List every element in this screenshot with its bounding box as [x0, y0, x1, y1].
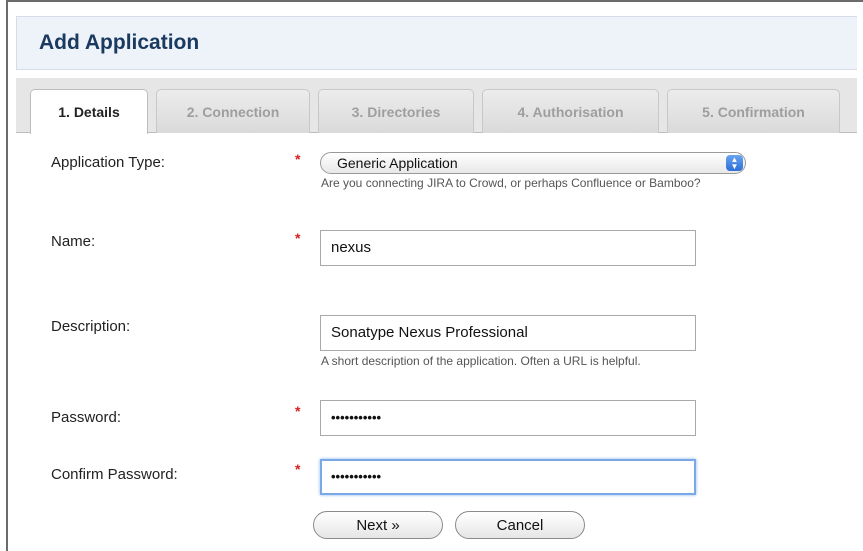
select-arrows-icon: ▲ ▼ [726, 155, 743, 171]
required-marker: * [295, 461, 301, 477]
required-marker: * [295, 403, 301, 419]
application-type-value: Generic Application [337, 155, 458, 171]
application-type-select[interactable]: Generic Application ▲ ▼ [320, 152, 746, 174]
description-label: Description: [51, 318, 131, 335]
password-label: Password: [51, 409, 122, 426]
cancel-button-label: Cancel [496, 516, 544, 534]
tab-directories[interactable]: 3. Directories [318, 89, 474, 133]
description-input[interactable]: Sonatype Nexus Professional [320, 315, 696, 351]
required-marker: * [295, 230, 301, 246]
next-button-label: Next » [356, 516, 400, 534]
name-input[interactable]: nexus [320, 230, 696, 266]
password-input[interactable]: ••••••••••• [320, 400, 696, 436]
next-button[interactable]: Next » [313, 511, 443, 539]
tab-details-label: 1. Details [58, 104, 120, 120]
tab-confirmation[interactable]: 5. Confirmation [667, 89, 840, 133]
tab-details[interactable]: 1. Details [30, 89, 148, 134]
tab-authorisation[interactable]: 4. Authorisation [482, 89, 659, 133]
tab-connection-label: 2. Connection [186, 103, 280, 120]
description-help: A short description of the application. … [321, 354, 641, 368]
application-type-help: Are you connecting JIRA to Crowd, or per… [321, 176, 701, 190]
application-type-label: Application Type: [51, 154, 165, 171]
confirm-password-label: Confirm Password: [51, 466, 178, 483]
tab-connection[interactable]: 2. Connection [156, 89, 310, 133]
required-marker: * [295, 151, 301, 167]
confirm-password-input[interactable]: ••••••••••• [320, 459, 696, 495]
tab-confirmation-label: 5. Confirmation [702, 103, 805, 120]
cancel-button[interactable]: Cancel [455, 511, 585, 539]
tab-authorisation-label: 4. Authorisation [517, 103, 624, 120]
tab-directories-label: 3. Directories [351, 103, 441, 120]
name-label: Name: [51, 233, 96, 250]
page-header: Add Application [16, 16, 857, 70]
page-title: Add Application [39, 31, 200, 54]
